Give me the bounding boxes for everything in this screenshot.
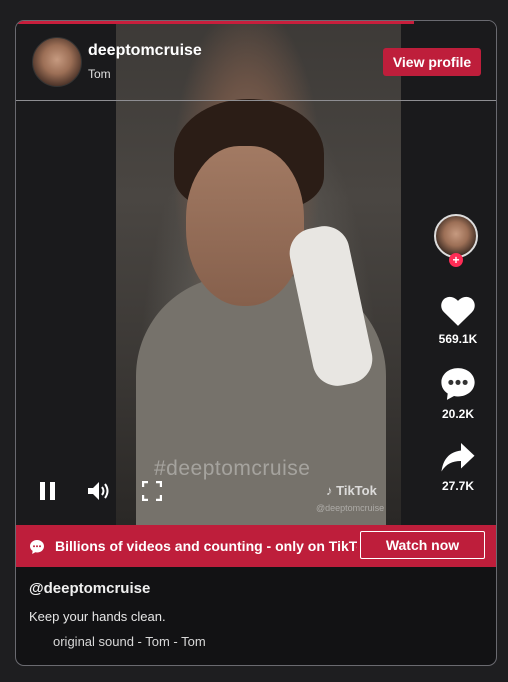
comment-action[interactable]: 20.2K: [428, 365, 488, 421]
tiktok-embed-card: deeptomcruise Tom View profile + 569.1K …: [15, 20, 497, 666]
chat-bubble-icon: [30, 540, 44, 554]
author-username[interactable]: deeptomcruise: [88, 42, 202, 60]
tiktok-watermark-handle: @deeptomcruise: [316, 503, 385, 513]
like-count: 569.1K: [438, 332, 478, 346]
author-avatar[interactable]: [32, 37, 82, 87]
promo-text: Billions of videos and counting - only o…: [55, 538, 357, 554]
volume-icon[interactable]: [87, 481, 113, 501]
like-action[interactable]: 569.1K: [428, 292, 488, 346]
caption-username[interactable]: @deeptomcruise: [29, 580, 150, 597]
heart-icon[interactable]: [439, 292, 477, 328]
share-count: 27.7K: [441, 479, 475, 493]
comment-bubble-icon[interactable]: [439, 365, 477, 403]
video-progress-bar[interactable]: [16, 21, 415, 24]
view-profile-button[interactable]: View profile: [383, 48, 481, 76]
tiktok-brand: TikTok: [336, 483, 377, 498]
app-promo-banner: Billions of videos and counting - only o…: [16, 525, 496, 567]
side-author-avatar[interactable]: [434, 214, 478, 258]
caption-text: Keep your hands clean.: [29, 609, 166, 624]
watch-now-button[interactable]: Watch now: [360, 531, 485, 559]
share-action[interactable]: 27.7K: [428, 441, 488, 493]
fullscreen-icon[interactable]: [142, 481, 162, 501]
tiktok-logo: ♪ TikTok: [326, 483, 377, 498]
header-divider: [16, 100, 496, 101]
follow-plus-icon[interactable]: +: [449, 253, 463, 267]
video-hashtag-watermark: #deeptomcruise: [154, 457, 311, 480]
video-frame[interactable]: [116, 21, 401, 525]
share-arrow-icon[interactable]: [440, 441, 476, 475]
video-left-shade: [16, 21, 116, 525]
video-player[interactable]: deeptomcruise Tom View profile + 569.1K …: [16, 21, 496, 525]
comment-count: 20.2K: [441, 407, 475, 421]
music-link[interactable]: original sound - Tom - Tom: [53, 634, 206, 649]
pause-icon[interactable]: [38, 481, 58, 501]
author-nickname: Tom: [88, 67, 111, 81]
